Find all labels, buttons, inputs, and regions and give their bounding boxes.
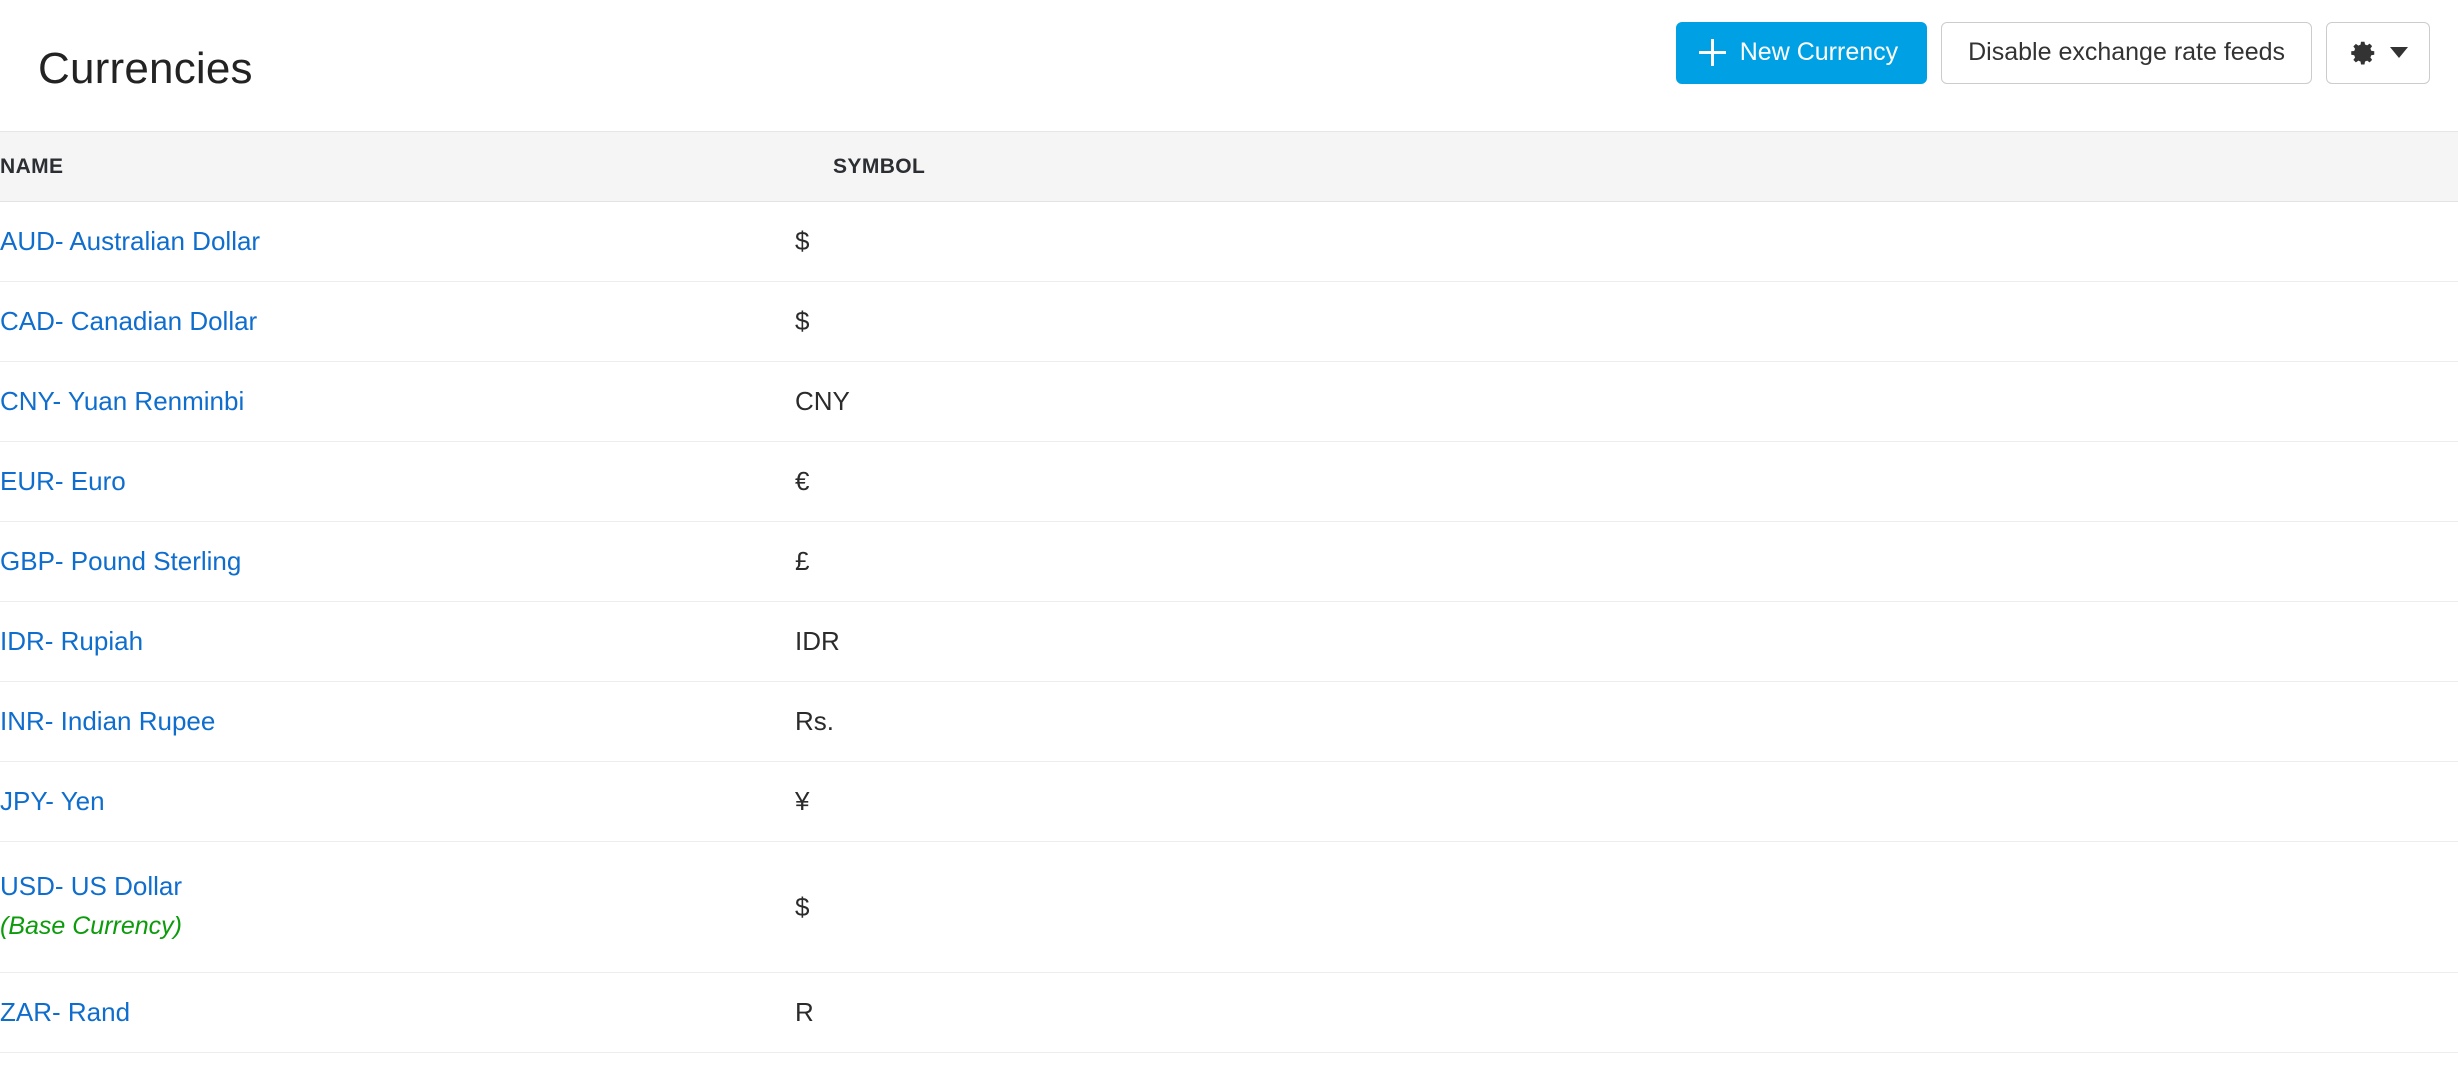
- column-header-name: NAME: [0, 131, 795, 202]
- table-row: CNY- Yuan Renminbi CNY: [0, 361, 2458, 442]
- currency-symbol-cell: £: [795, 521, 2458, 602]
- column-header-symbol: SYMBOL: [795, 131, 2458, 202]
- currency-link[interactable]: EUR- Euro: [0, 466, 126, 496]
- currency-symbol: IDR: [795, 626, 840, 656]
- new-currency-button-label: New Currency: [1739, 38, 1899, 66]
- table-row: CAD- Canadian Dollar $: [0, 281, 2458, 362]
- currency-link[interactable]: USD- US Dollar: [0, 871, 182, 901]
- currency-name-cell: ZAR- Rand: [0, 972, 795, 1053]
- currency-name-cell: JPY- Yen: [0, 761, 795, 842]
- table-header-row: NAME SYMBOL: [0, 131, 2458, 202]
- currency-link[interactable]: AUD- Australian Dollar: [0, 226, 260, 256]
- currency-link[interactable]: ZAR- Rand: [0, 997, 130, 1027]
- currency-name-cell: AUD- Australian Dollar: [0, 201, 795, 282]
- currency-link[interactable]: CAD- Canadian Dollar: [0, 306, 257, 336]
- new-currency-button[interactable]: New Currency: [1675, 21, 1928, 84]
- currency-name-cell: EUR- Euro: [0, 441, 795, 522]
- currencies-page: Currencies New Currency Disable exchange…: [0, 0, 2458, 1092]
- currency-name-cell: IDR- Rupiah: [0, 601, 795, 682]
- currency-symbol-cell: IDR: [795, 601, 2458, 682]
- disable-exchange-rate-feeds-button[interactable]: Disable exchange rate feeds: [1941, 21, 2312, 84]
- table-row: USD- US Dollar (Base Currency) $: [0, 841, 2458, 973]
- table-row: JPY- Yen ¥: [0, 761, 2458, 842]
- currency-link[interactable]: IDR- Rupiah: [0, 626, 143, 656]
- currency-symbol-cell: ¥: [795, 761, 2458, 842]
- currency-link[interactable]: JPY- Yen: [0, 786, 105, 816]
- currency-symbol: R: [795, 997, 814, 1027]
- currency-symbol-cell: Rs.: [795, 681, 2458, 762]
- currency-name-cell: INR- Indian Rupee: [0, 681, 795, 762]
- currency-name-cell: USD- US Dollar (Base Currency): [0, 841, 795, 973]
- page-header: Currencies New Currency Disable exchange…: [0, 0, 2458, 131]
- currency-symbol: £: [795, 546, 810, 576]
- currency-symbol: $: [795, 891, 810, 922]
- currency-symbol: CNY: [795, 386, 850, 416]
- currency-name-cell: CAD- Canadian Dollar: [0, 281, 795, 362]
- table-row: EUR- Euro €: [0, 441, 2458, 522]
- currency-symbol-cell: €: [795, 441, 2458, 522]
- table-row: IDR- Rupiah IDR: [0, 601, 2458, 682]
- currency-link[interactable]: INR- Indian Rupee: [0, 706, 215, 736]
- chevron-down-icon: [2390, 47, 2408, 58]
- currency-symbol-cell: $: [795, 841, 2458, 973]
- currency-symbol-cell: R: [795, 972, 2458, 1053]
- currency-symbol: Rs.: [795, 706, 834, 736]
- table-row: INR- Indian Rupee Rs.: [0, 681, 2458, 762]
- currency-link[interactable]: CNY- Yuan Renminbi: [0, 386, 244, 416]
- currency-link[interactable]: GBP- Pound Sterling: [0, 546, 241, 576]
- plus-icon: [1698, 39, 1726, 66]
- currency-name-cell: CNY- Yuan Renminbi: [0, 361, 795, 442]
- currency-name-cell: GBP- Pound Sterling: [0, 521, 795, 602]
- table-row: AUD- Australian Dollar $: [0, 201, 2458, 282]
- table-row: ZAR- Rand R: [0, 972, 2458, 1053]
- gear-icon: [2348, 38, 2378, 68]
- base-currency-note: (Base Currency): [0, 912, 182, 941]
- currency-symbol: $: [795, 306, 810, 336]
- disable-exchange-rate-feeds-label: Disable exchange rate feeds: [1968, 38, 2285, 66]
- table-head: NAME SYMBOL: [0, 131, 2458, 202]
- currencies-table: NAME SYMBOL AUD- Australian Dollar $ CAD- …: [0, 131, 2458, 1053]
- currency-symbol-cell: $: [795, 201, 2458, 282]
- table-row: GBP- Pound Sterling £: [0, 521, 2458, 602]
- column-header-symbol-label: SYMBOL: [833, 154, 926, 178]
- currency-symbol-cell: $: [795, 281, 2458, 362]
- currency-symbol: ¥: [795, 786, 810, 816]
- page-title: Currencies: [38, 43, 253, 93]
- currency-symbol-cell: CNY: [795, 361, 2458, 442]
- currency-symbol: €: [795, 466, 810, 496]
- currencies-table-container: NAME SYMBOL AUD- Australian Dollar $ CAD- …: [0, 131, 2458, 1053]
- currency-symbol: $: [795, 226, 810, 256]
- table-body: AUD- Australian Dollar $ CAD- Canadian Dol…: [0, 201, 2458, 1053]
- settings-dropdown-button[interactable]: [2326, 21, 2430, 84]
- header-actions: New Currency Disable exchange rate feeds: [1675, 21, 2430, 110]
